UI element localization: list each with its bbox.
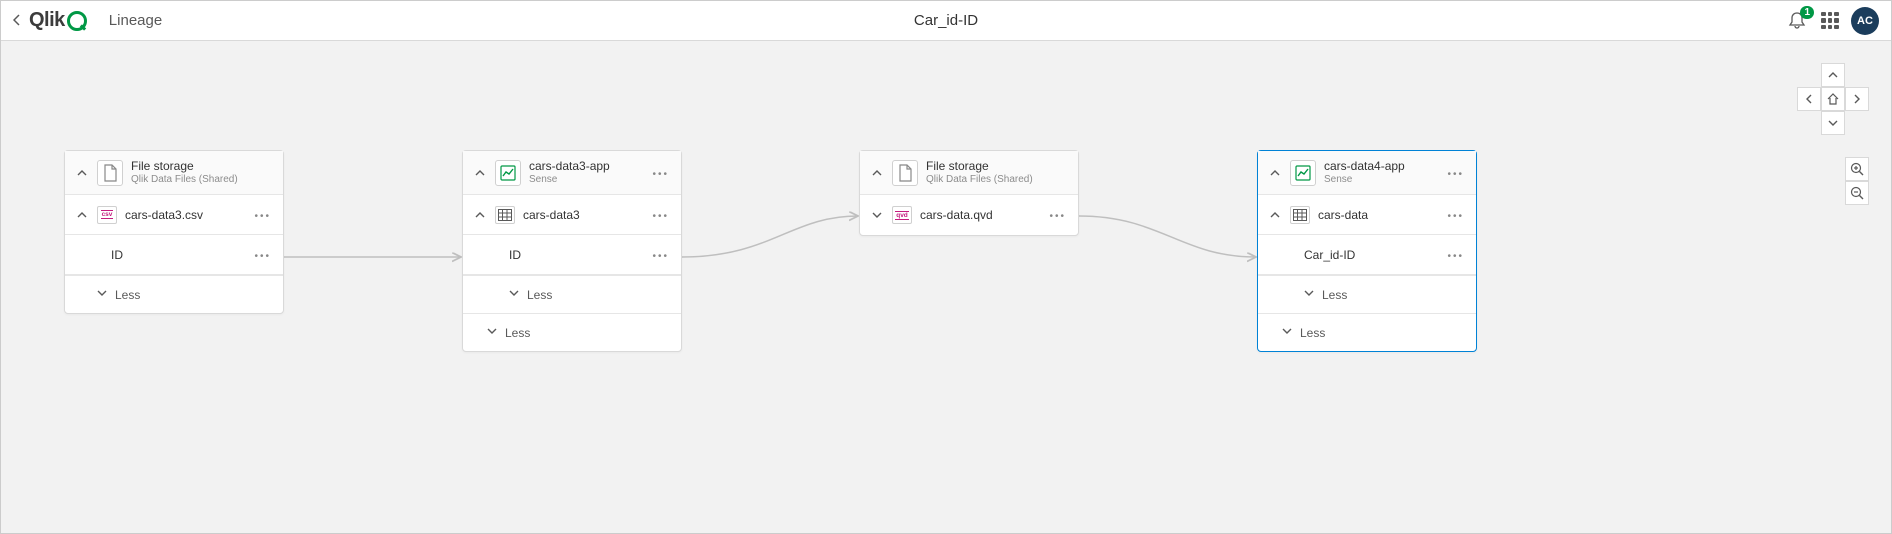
qlik-logo[interactable]: Qlik	[29, 9, 87, 32]
more-button[interactable]	[648, 165, 673, 181]
logo-q-icon	[67, 11, 87, 31]
connections-layer	[1, 41, 1891, 533]
qvd-icon: qvd	[892, 206, 912, 224]
node-title: cars-data3-app	[529, 159, 648, 173]
user-avatar[interactable]: AC	[1851, 7, 1879, 35]
chevron-down-icon	[1282, 326, 1292, 339]
csv-icon: csv	[97, 206, 117, 224]
less-toggle-inner[interactable]: Less	[1258, 275, 1476, 313]
node-subtitle: Qlik Data Files (Shared)	[926, 174, 1070, 186]
back-button[interactable]	[13, 13, 21, 29]
lineage-canvas[interactable]: File storage Qlik Data Files (Shared) cs…	[1, 41, 1891, 533]
zoom-out-button[interactable]	[1845, 181, 1869, 205]
chevron-down-icon	[97, 288, 107, 301]
node-header: File storage Qlik Data Files (Shared)	[65, 151, 283, 195]
less-label: Less	[115, 288, 140, 302]
child-label: cars-data3.csv	[125, 208, 250, 222]
more-button[interactable]	[648, 207, 673, 223]
file-icon	[97, 160, 123, 186]
node-file-storage-2[interactable]: File storage Qlik Data Files (Shared) qv…	[859, 150, 1079, 236]
pan-left-button[interactable]	[1797, 87, 1821, 111]
collapse-button[interactable]	[73, 164, 91, 182]
collapse-button[interactable]	[73, 206, 91, 224]
more-button[interactable]	[1443, 247, 1468, 263]
child-row[interactable]: cars-data3	[463, 195, 681, 235]
field-label: ID	[73, 248, 250, 262]
table-icon	[1290, 206, 1310, 224]
child-row[interactable]: qvd cars-data.qvd	[860, 195, 1078, 235]
field-row[interactable]: Car_id-ID	[1258, 235, 1476, 275]
chevron-down-icon	[509, 288, 519, 301]
child-row[interactable]: csv cars-data3.csv	[65, 195, 283, 235]
app-icon	[1290, 160, 1316, 186]
node-subtitle: Sense	[529, 174, 648, 186]
more-button[interactable]	[250, 247, 275, 263]
chevron-down-icon	[487, 326, 497, 339]
more-button[interactable]	[250, 207, 275, 223]
collapse-button[interactable]	[1266, 206, 1284, 224]
collapse-button[interactable]	[471, 206, 489, 224]
more-button[interactable]	[1443, 207, 1468, 223]
app-icon	[495, 160, 521, 186]
app-header: Qlik Lineage Car_id-ID 1 AC	[1, 1, 1891, 41]
child-label: cars-data	[1318, 208, 1443, 222]
field-label: ID	[471, 248, 648, 262]
logo-text: Qlik	[29, 9, 65, 32]
collapse-button[interactable]	[868, 164, 886, 182]
more-button[interactable]	[1443, 165, 1468, 181]
collapse-button[interactable]	[1266, 164, 1284, 182]
notifications-button[interactable]: 1	[1787, 10, 1809, 32]
expand-button[interactable]	[868, 206, 886, 224]
breadcrumb-title: Car_id-ID	[914, 12, 978, 29]
child-label: cars-data.qvd	[920, 208, 1045, 222]
chevron-down-icon	[1304, 288, 1314, 301]
collapse-button[interactable]	[471, 164, 489, 182]
node-header: cars-data4-app Sense	[1258, 151, 1476, 195]
app-launcher-button[interactable]	[1821, 12, 1839, 30]
page-title: Lineage	[109, 12, 162, 29]
field-label: Car_id-ID	[1266, 248, 1443, 262]
less-label: Less	[1300, 326, 1325, 340]
node-title: File storage	[131, 159, 275, 173]
pan-up-button[interactable]	[1821, 63, 1845, 87]
node-title: File storage	[926, 159, 1070, 173]
child-label: cars-data3	[523, 208, 648, 222]
node-title: cars-data4-app	[1324, 159, 1443, 173]
child-row[interactable]: cars-data	[1258, 195, 1476, 235]
node-app-1[interactable]: cars-data3-app Sense cars-data3 ID Less	[462, 150, 682, 352]
pan-right-button[interactable]	[1845, 87, 1869, 111]
pan-controls	[1797, 63, 1869, 135]
zoom-controls	[1845, 157, 1869, 205]
more-button[interactable]	[648, 247, 673, 263]
less-toggle[interactable]: Less	[65, 275, 283, 313]
node-header: File storage Qlik Data Files (Shared)	[860, 151, 1078, 195]
more-button[interactable]	[1045, 207, 1070, 223]
less-toggle-outer[interactable]: Less	[1258, 313, 1476, 351]
node-file-storage-1[interactable]: File storage Qlik Data Files (Shared) cs…	[64, 150, 284, 314]
less-toggle-outer[interactable]: Less	[463, 313, 681, 351]
zoom-in-button[interactable]	[1845, 157, 1869, 181]
field-row[interactable]: ID	[463, 235, 681, 275]
pan-home-button[interactable]	[1821, 87, 1845, 111]
less-label: Less	[1322, 288, 1347, 302]
less-label: Less	[505, 326, 530, 340]
notification-badge: 1	[1800, 6, 1814, 19]
node-subtitle: Qlik Data Files (Shared)	[131, 174, 275, 186]
less-toggle-inner[interactable]: Less	[463, 275, 681, 313]
table-icon	[495, 206, 515, 224]
node-app-2[interactable]: cars-data4-app Sense cars-data Car_id-ID…	[1257, 150, 1477, 352]
less-label: Less	[527, 288, 552, 302]
pan-down-button[interactable]	[1821, 111, 1845, 135]
node-header: cars-data3-app Sense	[463, 151, 681, 195]
node-subtitle: Sense	[1324, 174, 1443, 186]
file-icon	[892, 160, 918, 186]
field-row[interactable]: ID	[65, 235, 283, 275]
